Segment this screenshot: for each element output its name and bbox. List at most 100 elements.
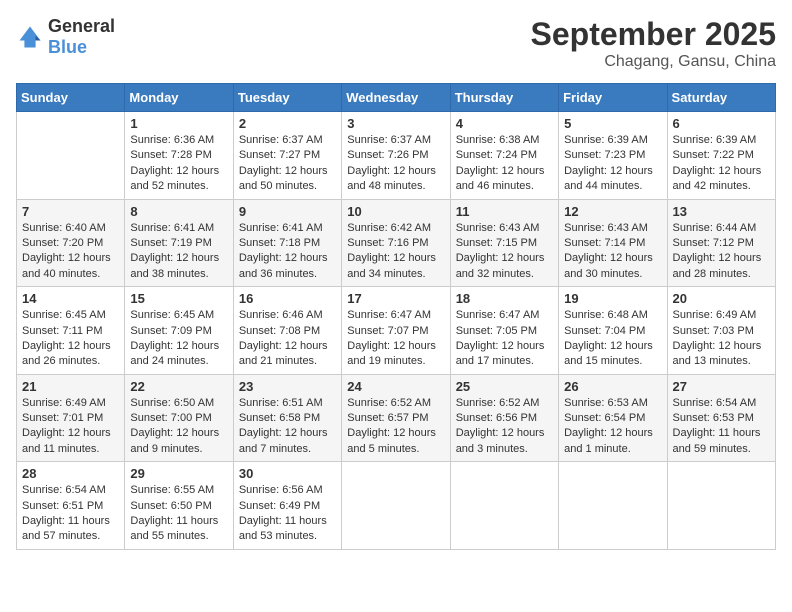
- sunrise-text: Sunrise: 6:39 AM: [673, 133, 770, 148]
- sunset-text: Sunset: 7:18 PM: [239, 236, 336, 251]
- calendar-cell: 17Sunrise: 6:47 AMSunset: 7:07 PMDayligh…: [342, 287, 450, 375]
- logo-blue-text: Blue: [48, 37, 87, 57]
- sunset-text: Sunset: 7:09 PM: [130, 324, 227, 339]
- calendar-cell: 22Sunrise: 6:50 AMSunset: 7:00 PMDayligh…: [125, 374, 233, 462]
- sunset-text: Sunset: 7:19 PM: [130, 236, 227, 251]
- page-header: General Blue September 2025 Chagang, Gan…: [16, 16, 776, 71]
- sunset-text: Sunset: 7:28 PM: [130, 148, 227, 163]
- day-number: 20: [673, 291, 770, 306]
- sunset-text: Sunset: 6:49 PM: [239, 499, 336, 514]
- calendar-cell: 18Sunrise: 6:47 AMSunset: 7:05 PMDayligh…: [450, 287, 558, 375]
- calendar-cell: 13Sunrise: 6:44 AMSunset: 7:12 PMDayligh…: [667, 199, 775, 287]
- daylight-text: Daylight: 12 hours and 44 minutes.: [564, 164, 661, 195]
- calendar-cell: 4Sunrise: 6:38 AMSunset: 7:24 PMDaylight…: [450, 112, 558, 200]
- calendar-cell: 3Sunrise: 6:37 AMSunset: 7:26 PMDaylight…: [342, 112, 450, 200]
- daylight-text: Daylight: 12 hours and 9 minutes.: [130, 426, 227, 457]
- sunrise-text: Sunrise: 6:39 AM: [564, 133, 661, 148]
- day-info: Sunrise: 6:54 AMSunset: 6:53 PMDaylight:…: [673, 396, 770, 458]
- day-number: 8: [130, 204, 227, 219]
- calendar-cell: [667, 462, 775, 550]
- day-number: 21: [22, 379, 119, 394]
- day-number: 11: [456, 204, 553, 219]
- daylight-text: Daylight: 12 hours and 38 minutes.: [130, 251, 227, 282]
- logo-general-text: General: [48, 16, 115, 36]
- day-info: Sunrise: 6:50 AMSunset: 7:00 PMDaylight:…: [130, 396, 227, 458]
- weekday-header-cell: Sunday: [17, 84, 125, 112]
- day-number: 14: [22, 291, 119, 306]
- calendar-cell: [559, 462, 667, 550]
- day-info: Sunrise: 6:53 AMSunset: 6:54 PMDaylight:…: [564, 396, 661, 458]
- sunrise-text: Sunrise: 6:56 AM: [239, 483, 336, 498]
- sunset-text: Sunset: 6:53 PM: [673, 411, 770, 426]
- sunrise-text: Sunrise: 6:38 AM: [456, 133, 553, 148]
- sunset-text: Sunset: 7:22 PM: [673, 148, 770, 163]
- calendar-cell: 6Sunrise: 6:39 AMSunset: 7:22 PMDaylight…: [667, 112, 775, 200]
- daylight-text: Daylight: 12 hours and 26 minutes.: [22, 339, 119, 370]
- daylight-text: Daylight: 12 hours and 1 minute.: [564, 426, 661, 457]
- calendar-cell: 15 Sunrise: 6:45 AMSunset: 7:09 PMDayligh…: [125, 287, 233, 375]
- day-number: 1: [130, 116, 227, 131]
- sunset-text: Sunset: 7:01 PM: [22, 411, 119, 426]
- logo-icon: [16, 23, 44, 51]
- day-number: 19: [564, 291, 661, 306]
- day-info: Sunrise: 6:41 AMSunset: 7:18 PMDaylight:…: [239, 221, 336, 283]
- sunrise-text: Sunrise: 6:52 AM: [456, 396, 553, 411]
- sunrise-text: Sunrise: 6:41 AM: [130, 221, 227, 236]
- sunset-text: Sunset: 7:16 PM: [347, 236, 444, 251]
- daylight-text: Daylight: 12 hours and 34 minutes.: [347, 251, 444, 282]
- calendar-cell: 1 Sunrise: 6:36 AMSunset: 7:28 PMDaylight…: [125, 112, 233, 200]
- daylight-text: Daylight: 12 hours and 3 minutes.: [456, 426, 553, 457]
- sunset-text: Sunset: 7:24 PM: [456, 148, 553, 163]
- weekday-header-cell: Wednesday: [342, 84, 450, 112]
- day-info: Sunrise: 6:36 AMSunset: 7:28 PMDaylight:…: [130, 133, 227, 195]
- sunrise-text: Sunrise: 6:37 AM: [239, 133, 336, 148]
- day-info: Sunrise: 6:49 AMSunset: 7:03 PMDaylight:…: [673, 308, 770, 370]
- sunrise-text: Sunrise: 6:37 AM: [347, 133, 444, 148]
- daylight-text: Daylight: 12 hours and 21 minutes.: [239, 339, 336, 370]
- calendar-cell: 30Sunrise: 6:56 AMSunset: 6:49 PMDayligh…: [233, 462, 341, 550]
- weekday-header-cell: Thursday: [450, 84, 558, 112]
- day-number: 23: [239, 379, 336, 394]
- daylight-text: Daylight: 12 hours and 13 minutes.: [673, 339, 770, 370]
- calendar-cell: 24Sunrise: 6:52 AMSunset: 6:57 PMDayligh…: [342, 374, 450, 462]
- sunrise-text: Sunrise: 6:49 AM: [22, 396, 119, 411]
- sunset-text: Sunset: 7:07 PM: [347, 324, 444, 339]
- day-number: 28: [22, 466, 119, 481]
- sunset-text: Sunset: 7:03 PM: [673, 324, 770, 339]
- calendar-cell: 9Sunrise: 6:41 AMSunset: 7:18 PMDaylight…: [233, 199, 341, 287]
- calendar-cell: 7Sunrise: 6:40 AMSunset: 7:20 PMDaylight…: [17, 199, 125, 287]
- sunrise-text: Sunrise: 6:50 AM: [130, 396, 227, 411]
- daylight-text: Daylight: 11 hours and 55 minutes.: [130, 514, 227, 545]
- sunrise-text: Sunrise: 6:53 AM: [564, 396, 661, 411]
- day-info: Sunrise: 6:47 AMSunset: 7:07 PMDaylight:…: [347, 308, 444, 370]
- sunset-text: Sunset: 6:54 PM: [564, 411, 661, 426]
- daylight-text: Daylight: 12 hours and 40 minutes.: [22, 251, 119, 282]
- calendar-table: SundayMondayTuesdayWednesdayThursdayFrid…: [16, 83, 776, 550]
- sunrise-text: Sunrise: 6:45 AM: [130, 308, 227, 323]
- day-info: Sunrise: 6:51 AMSunset: 6:58 PMDaylight:…: [239, 396, 336, 458]
- calendar-week-row: 14Sunrise: 6:45 AMSunset: 7:11 PMDayligh…: [17, 287, 776, 375]
- logo: General Blue: [16, 16, 115, 58]
- day-number: 15: [130, 291, 227, 306]
- calendar-cell: [342, 462, 450, 550]
- weekday-header-row: SundayMondayTuesdayWednesdayThursdayFrid…: [17, 84, 776, 112]
- title-block: September 2025 Chagang, Gansu, China: [531, 16, 776, 71]
- sunset-text: Sunset: 7:14 PM: [564, 236, 661, 251]
- sunrise-text: Sunrise: 6:49 AM: [673, 308, 770, 323]
- weekday-header-cell: Saturday: [667, 84, 775, 112]
- day-info: Sunrise: 6:41 AMSunset: 7:19 PMDaylight:…: [130, 221, 227, 283]
- day-info: Sunrise: 6:45 AMSunset: 7:09 PMDaylight:…: [130, 308, 227, 370]
- location-title: Chagang, Gansu, China: [531, 53, 776, 71]
- daylight-text: Daylight: 11 hours and 53 minutes.: [239, 514, 336, 545]
- calendar-cell: 5Sunrise: 6:39 AMSunset: 7:23 PMDaylight…: [559, 112, 667, 200]
- daylight-text: Daylight: 12 hours and 15 minutes.: [564, 339, 661, 370]
- day-info: Sunrise: 6:39 AMSunset: 7:22 PMDaylight:…: [673, 133, 770, 195]
- calendar-week-row: 7Sunrise: 6:40 AMSunset: 7:20 PMDaylight…: [17, 199, 776, 287]
- daylight-text: Daylight: 12 hours and 30 minutes.: [564, 251, 661, 282]
- sunrise-text: Sunrise: 6:43 AM: [564, 221, 661, 236]
- calendar-cell: 23 Sunrise: 6:51 AMSunset: 6:58 PMDayligh…: [233, 374, 341, 462]
- daylight-text: Daylight: 12 hours and 32 minutes.: [456, 251, 553, 282]
- sunset-text: Sunset: 7:26 PM: [347, 148, 444, 163]
- sunrise-text: Sunrise: 6:55 AM: [130, 483, 227, 498]
- calendar-week-row: 28Sunrise: 6:54 AMSunset: 6:51 PMDayligh…: [17, 462, 776, 550]
